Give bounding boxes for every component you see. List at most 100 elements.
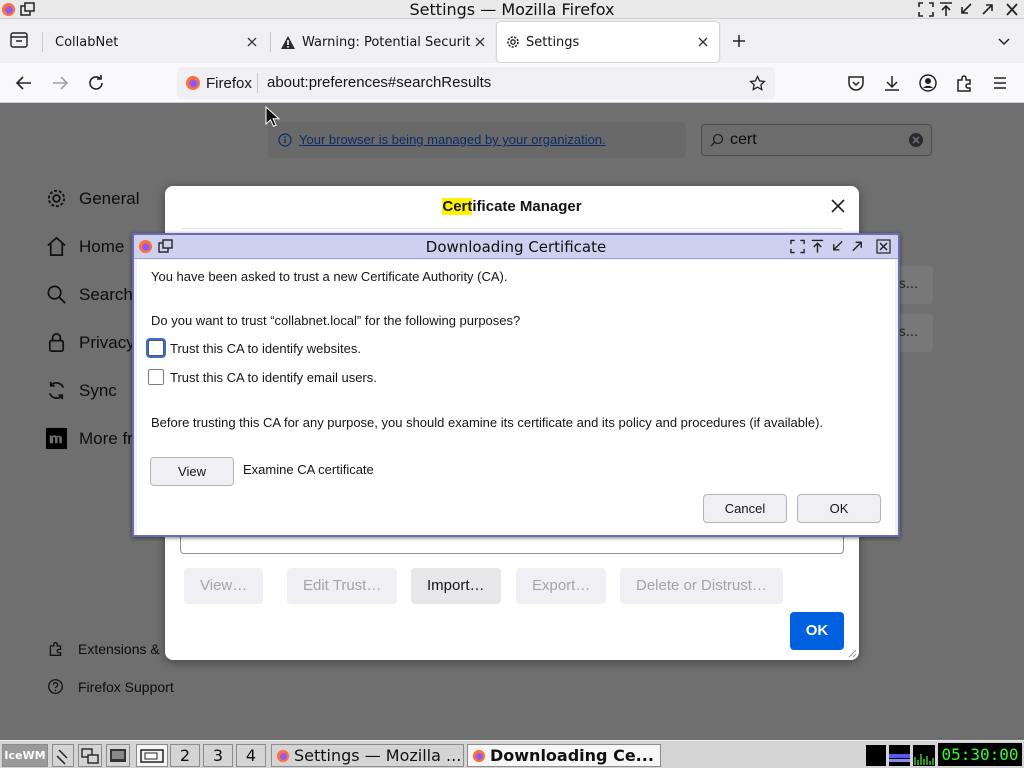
view-certificate-button[interactable]: View… [184, 568, 264, 604]
gear-icon [45, 187, 68, 210]
edit-trust-button[interactable]: Edit Trust… [287, 568, 398, 604]
task-label: Downloading Ce... [490, 746, 654, 765]
sidebar-item-privacy[interactable]: Privacy [45, 331, 135, 354]
firefox-app-icon [276, 749, 290, 763]
trust-email-checkbox[interactable] [148, 369, 164, 385]
ok-button[interactable]: OK [797, 494, 881, 523]
mouse-cursor-icon [265, 106, 281, 128]
intro-text: You have been asked to trust a new Certi… [151, 269, 508, 284]
tab-overview-icon[interactable] [10, 32, 28, 48]
sidebar-item-sync[interactable]: Sync [45, 379, 117, 402]
dialog-body: You have been asked to trust a new Certi… [137, 260, 895, 535]
close-icon[interactable] [829, 197, 847, 215]
account-icon[interactable] [918, 73, 938, 93]
window-list-icon[interactable] [78, 744, 102, 767]
show-desktop-icon[interactable] [52, 744, 74, 767]
sidebar-item-label: Home [79, 236, 125, 256]
fullscreen-icon[interactable] [790, 239, 805, 254]
extension-icon [47, 640, 64, 657]
downloading-certificate-dialog: Downloading Certificate You have been as… [132, 233, 900, 537]
tab-warning[interactable]: Warning: Potential Security [272, 22, 494, 62]
list-all-tabs-icon[interactable] [996, 33, 1012, 49]
search-value: cert [730, 131, 757, 148]
firefox-logo-icon [185, 75, 201, 91]
minimize-icon[interactable] [830, 239, 845, 254]
sidebar-item-search[interactable]: Search [45, 283, 133, 306]
close-tab-icon[interactable] [472, 34, 488, 50]
minimize-icon[interactable] [958, 2, 974, 17]
trust-email-label[interactable]: Trust this CA to identify email users. [170, 370, 377, 385]
url-text[interactable]: about:preferences#searchResults [267, 67, 491, 99]
sidebar-link-label: Firefox Support [78, 678, 174, 695]
close-tab-icon[interactable] [695, 34, 711, 50]
close-tab-icon[interactable] [244, 34, 260, 50]
nav-bar: Firefox about:preferences#searchResults [0, 63, 1024, 103]
help-icon [47, 678, 64, 695]
sync-icon [45, 379, 68, 402]
raise-icon[interactable] [938, 2, 954, 17]
search-icon [710, 133, 724, 147]
trust-websites-label[interactable]: Trust this CA to identify websites. [170, 341, 361, 356]
info-icon [278, 133, 292, 147]
workspace-1-button[interactable] [136, 744, 168, 767]
trust-websites-checkbox[interactable] [148, 340, 164, 356]
maximize-icon[interactable] [850, 239, 865, 254]
tab-collabnet[interactable]: CollabNet [44, 22, 268, 62]
clear-search-icon[interactable] [908, 132, 924, 148]
forward-icon[interactable] [50, 73, 70, 93]
pocket-icon[interactable] [846, 73, 866, 93]
window-titlebar[interactable]: Settings — Mozilla Firefox [0, 0, 1024, 19]
ok-button[interactable]: OK [790, 612, 844, 650]
settings-search-input[interactable]: cert [701, 124, 932, 156]
tab-settings[interactable]: Settings [497, 22, 719, 62]
export-button[interactable]: Export… [516, 568, 607, 604]
downloads-icon[interactable] [882, 73, 902, 93]
back-icon[interactable] [14, 73, 34, 93]
maximize-icon[interactable] [980, 2, 996, 17]
workspace-3-button[interactable]: 3 [203, 744, 233, 767]
tab-label: CollabNet [55, 34, 119, 50]
taskbar-task-downloading-certificate[interactable]: Downloading Ce... [467, 744, 661, 767]
taskbar-task-settings[interactable]: Settings — Mozilla ... [271, 744, 464, 767]
new-tab-icon[interactable] [731, 33, 747, 49]
mozilla-icon [45, 427, 68, 450]
delete-or-distrust-button[interactable]: Delete or Distrust… [620, 568, 783, 604]
reload-icon[interactable] [86, 73, 106, 93]
start-menu-button[interactable]: IceWM [2, 744, 48, 767]
lock-icon [45, 331, 68, 354]
workspace-2-button[interactable]: 2 [170, 744, 200, 767]
close-window-icon[interactable] [1004, 2, 1020, 17]
fullscreen-icon[interactable] [918, 2, 934, 17]
sidebar-link-support[interactable]: Firefox Support [47, 678, 174, 695]
url-bar[interactable]: Firefox about:preferences#searchResults [177, 67, 775, 99]
menu-icon[interactable] [990, 73, 1010, 93]
dialog-title: Certificate Manager [165, 198, 859, 215]
clock: 05:30:00 [938, 743, 1022, 766]
sidebar-item-more-from-mozilla[interactable]: More fr [45, 427, 133, 450]
dialog-title-rest: ificate Manager [472, 198, 582, 215]
sidebar-item-home[interactable]: Home [45, 235, 124, 258]
dialog-title: Downloading Certificate [425, 238, 607, 256]
close-window-icon[interactable] [876, 239, 891, 254]
policy-link[interactable]: Your browser is being managed by your or… [299, 122, 606, 158]
bookmark-star-icon[interactable] [749, 75, 766, 92]
firefox-app-icon [472, 749, 486, 763]
taskbar: IceWM 2 3 4 Settings — Mozilla ... Downl… [0, 740, 1024, 768]
view-certificate-button[interactable]: View [150, 457, 234, 486]
workspace-4-button[interactable]: 4 [236, 744, 266, 767]
dialog-titlebar[interactable]: Downloading Certificate [134, 235, 898, 259]
warning-icon [280, 35, 296, 50]
gear-icon [505, 34, 521, 50]
identity-box[interactable]: Firefox [181, 71, 258, 95]
resize-grip-icon[interactable] [847, 648, 857, 658]
extensions-icon[interactable] [954, 73, 974, 93]
window-title: Settings — Mozilla Firefox [409, 0, 615, 19]
sidebar-link-extensions[interactable]: Extensions & [47, 640, 160, 657]
cancel-button[interactable]: Cancel [703, 494, 787, 523]
task-label: Settings — Mozilla ... [294, 746, 462, 765]
terminal-icon[interactable] [106, 744, 130, 767]
import-button[interactable]: Import… [411, 568, 501, 604]
sidebar-link-label: Extensions & [78, 640, 160, 657]
sidebar-item-general[interactable]: General [45, 187, 139, 210]
raise-icon[interactable] [810, 239, 825, 254]
